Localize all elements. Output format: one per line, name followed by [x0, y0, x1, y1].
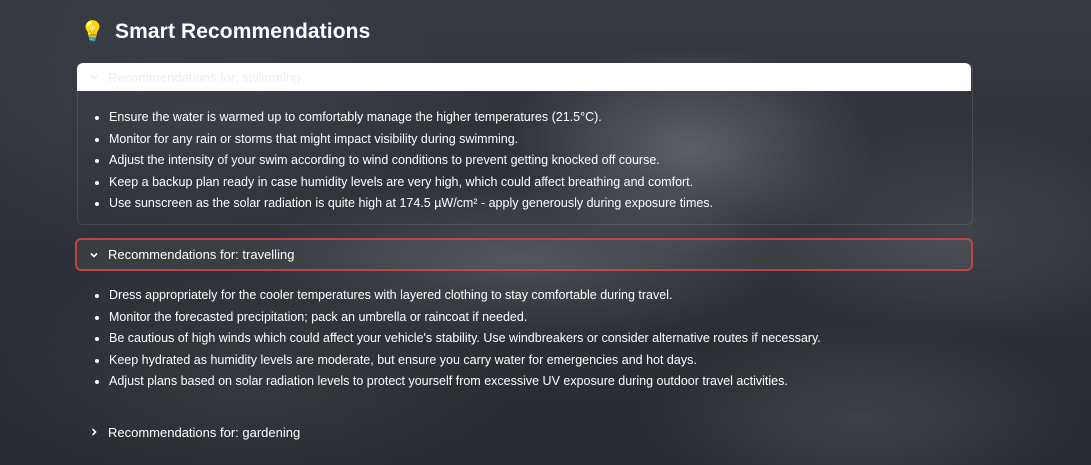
list-item: Monitor the forecasted precipitation; pa… [109, 307, 821, 329]
chevron-down-icon [90, 74, 98, 80]
list-item: Keep hydrated as humidity levels are mod… [109, 350, 821, 372]
list-item: Adjust the intensity of your swim accord… [109, 150, 713, 172]
expander-header-swimming[interactable]: Recommendations for: swimming [77, 63, 971, 91]
list-item: Ensure the water is warmed up to comfort… [109, 107, 713, 129]
list-item: Use sunscreen as the solar radiation is … [109, 193, 713, 215]
page-title: 💡 Smart Recommendations [80, 20, 370, 44]
recommendation-list-travelling: Dress appropriately for the cooler tempe… [89, 285, 821, 393]
list-item: Keep a backup plan ready in case humidit… [109, 172, 713, 194]
expander-header-gardening[interactable]: Recommendations for: gardening [77, 420, 971, 444]
expander-label: Recommendations for: travelling [108, 247, 295, 262]
list-item: Dress appropriately for the cooler tempe… [109, 285, 821, 307]
chevron-down-icon [90, 252, 98, 258]
recommendation-list-swimming: Ensure the water is warmed up to comfort… [89, 107, 713, 215]
expander-label: Recommendations for: swimming [108, 69, 301, 85]
lightbulb-icon: 💡 [80, 21, 106, 43]
list-item: Monitor for any rain or storms that migh… [109, 129, 713, 151]
list-item: Adjust plans based on solar radiation le… [109, 371, 821, 393]
list-item: Be cautious of high winds which could af… [109, 328, 821, 350]
expander-header-travelling[interactable]: Recommendations for: travelling [75, 238, 973, 271]
page-title-text: Smart Recommendations [115, 20, 371, 43]
chevron-right-icon [91, 428, 97, 436]
expander-label: Recommendations for: gardening [108, 424, 301, 440]
